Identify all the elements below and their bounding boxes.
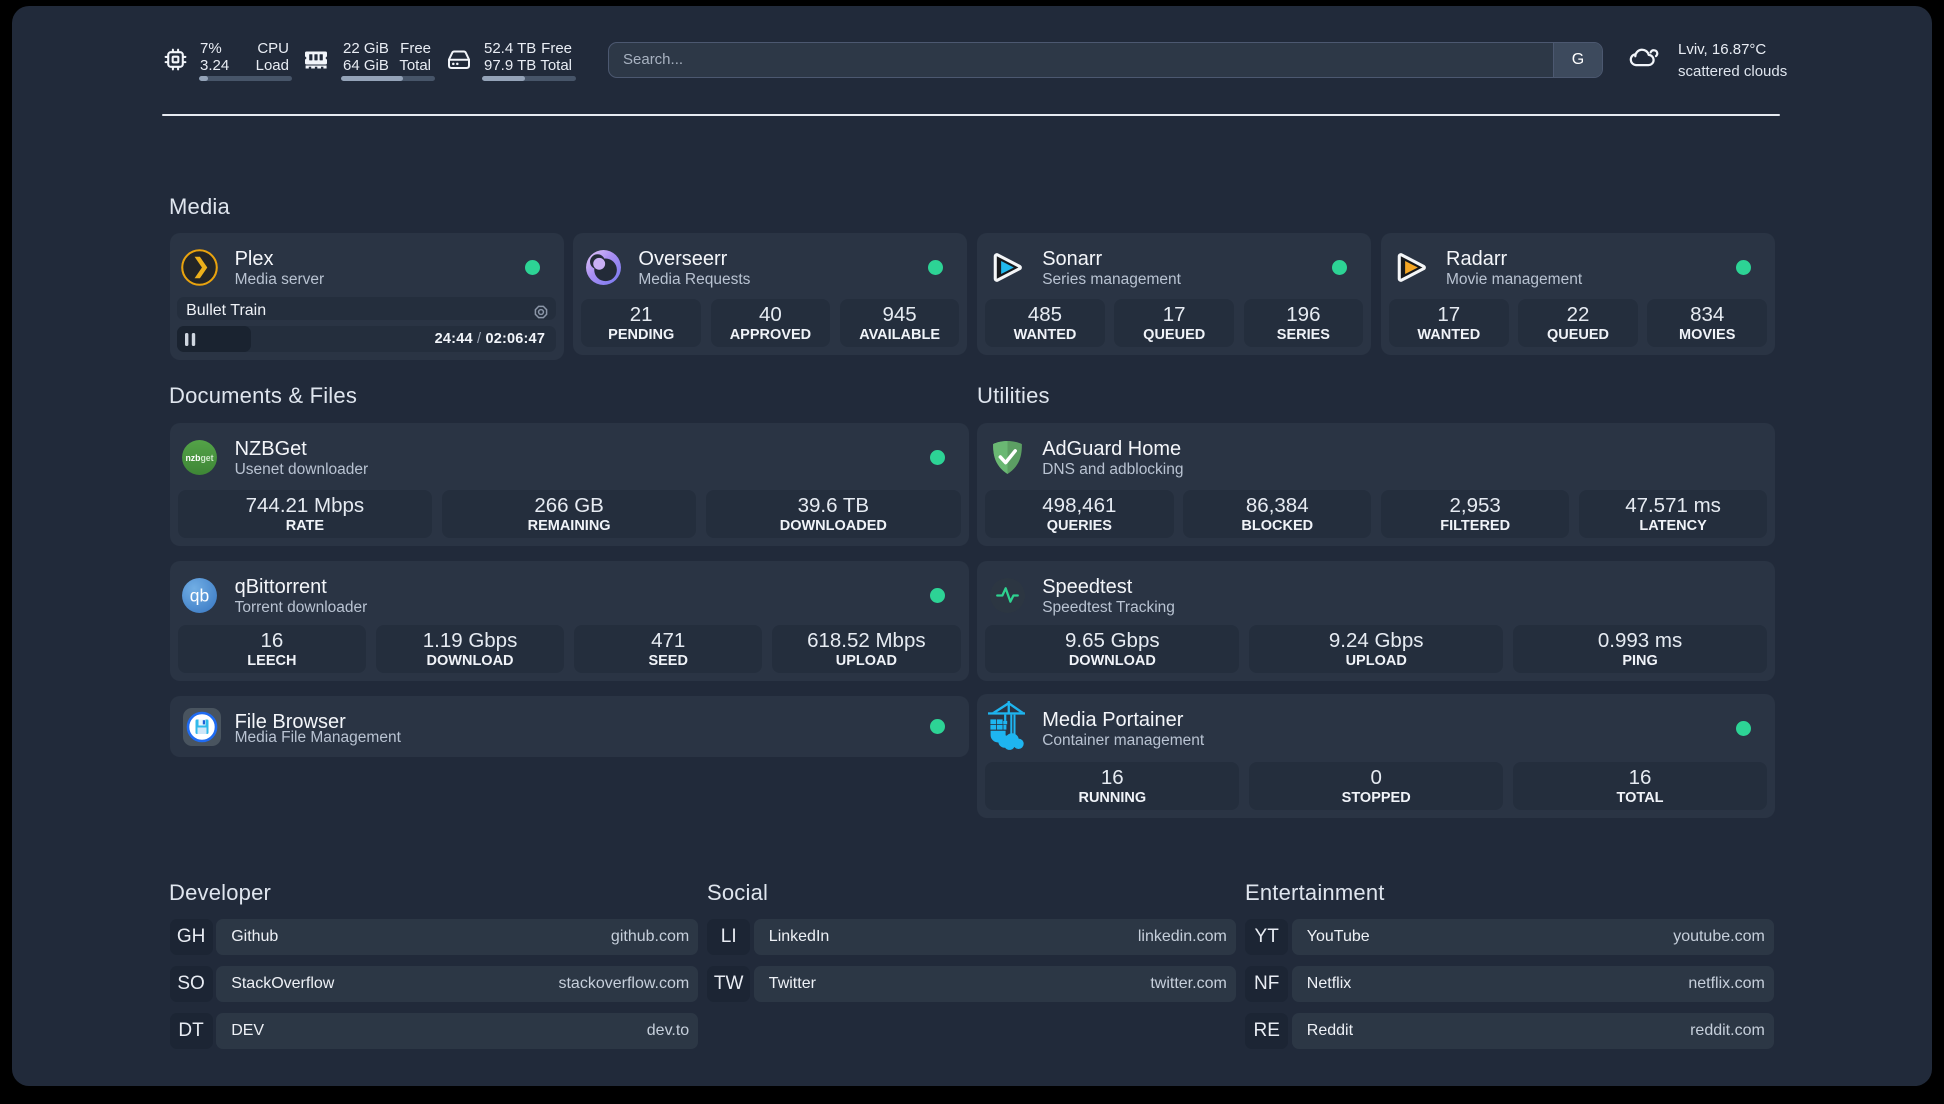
svg-text:nzbget: nzbget [186,453,214,463]
svg-text:qb: qb [190,586,209,606]
